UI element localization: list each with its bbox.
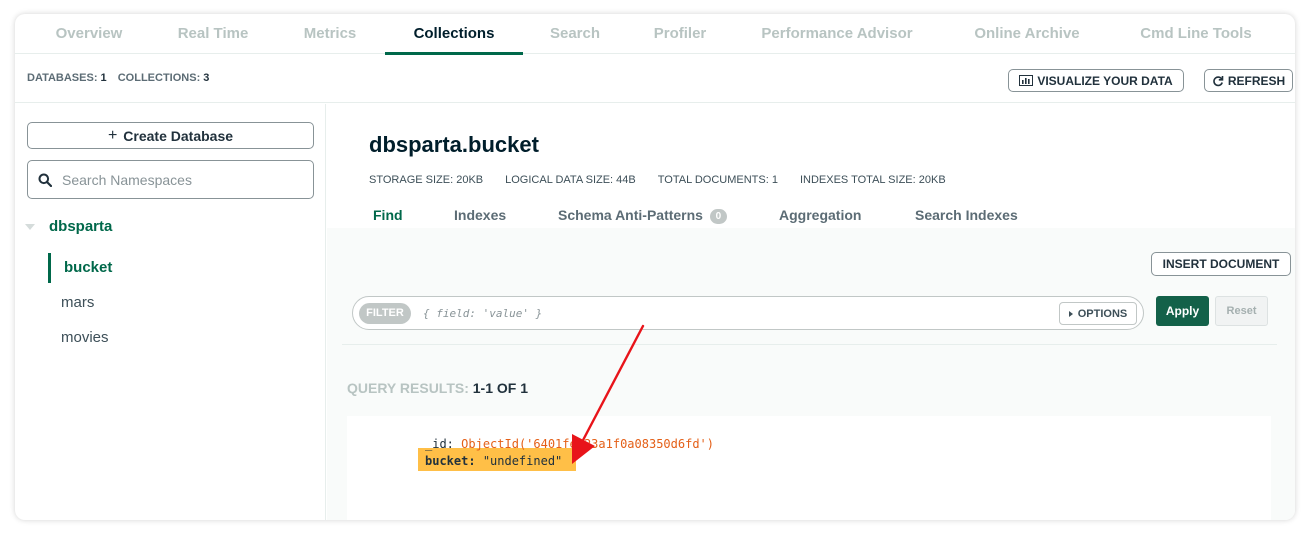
tab-cmd-line-tools[interactable]: Cmd Line Tools (1120, 14, 1272, 53)
visualize-data-button[interactable]: VISUALIZE YOUR DATA (1008, 69, 1184, 92)
caret-down-icon (25, 223, 35, 230)
tab-search[interactable]: Search (533, 14, 617, 53)
options-label: OPTIONS (1077, 307, 1128, 320)
query-results-label: QUERY RESULTS: (347, 380, 469, 396)
filter-pill: FILTER (359, 303, 411, 324)
tab-metrics[interactable]: Metrics (285, 14, 375, 53)
collection-item-bucket[interactable]: bucket (48, 253, 112, 283)
namespace-stats: DATABASES: 1 COLLECTIONS: 3 (27, 72, 217, 84)
refresh-icon (1213, 75, 1224, 86)
caret-right-icon (1068, 310, 1073, 317)
id-value: ObjectId('6401fea23a1f0a08350d6fd') (461, 437, 715, 451)
anti-patterns-count-badge: 0 (709, 209, 727, 224)
bucket-value: "undefined" (482, 454, 563, 468)
logical-data-size: LOGICAL DATA SIZE: 44B (505, 174, 636, 186)
refresh-label: REFRESH (1227, 73, 1286, 88)
options-button[interactable]: OPTIONS (1059, 302, 1137, 325)
collection-item-movies[interactable]: movies (61, 323, 109, 353)
refresh-button[interactable]: REFRESH (1204, 69, 1293, 92)
find-panel: INSERT DOCUMENT FILTER OPTIONS Apply Res… (327, 228, 1295, 520)
collections-count: 3 (203, 72, 210, 84)
search-namespaces-field[interactable] (27, 160, 314, 199)
collection-stats: STORAGE SIZE: 20KB LOGICAL DATA SIZE: 44… (369, 174, 946, 186)
query-results-count: 1-1 OF 1 (472, 380, 529, 396)
search-namespaces-input[interactable] (62, 171, 302, 188)
id-key: _id: (425, 437, 454, 451)
create-database-button[interactable]: + Create Database (27, 122, 314, 149)
document-id-line: _id: ObjectId('6401fea23a1f0a08350d6fd') (425, 437, 714, 451)
tab-online-archive[interactable]: Online Archive (959, 14, 1095, 53)
tab-aggregation[interactable]: Aggregation (779, 207, 861, 223)
schema-anti-patterns-label: Schema Anti-Patterns (558, 207, 703, 223)
main-panel: dbsparta.bucket STORAGE SIZE: 20KB LOGIC… (327, 104, 1295, 520)
search-icon (38, 173, 52, 187)
reset-button[interactable]: Reset (1215, 296, 1268, 326)
tab-collections[interactable]: Collections (385, 14, 523, 55)
tab-real-time[interactable]: Real Time (161, 14, 265, 53)
query-results-summary: QUERY RESULTS: 1-1 OF 1 (347, 380, 528, 396)
apply-button[interactable]: Apply (1156, 296, 1209, 326)
chart-icon (1019, 75, 1034, 86)
filter-input[interactable] (423, 303, 1043, 324)
storage-size: STORAGE SIZE: 20KB (369, 174, 484, 186)
create-database-label: Create Database (123, 127, 234, 144)
tab-profiler[interactable]: Profiler (637, 14, 723, 53)
sidebar: + Create Database dbsparta bucket mars m… (15, 104, 326, 520)
database-name: dbsparta (49, 218, 113, 235)
tab-performance-advisor[interactable]: Performance Advisor (747, 14, 927, 53)
bucket-key: bucket: (425, 454, 476, 468)
visualize-data-label: VISUALIZE YOUR DATA (1037, 73, 1173, 88)
databases-count: 1 (100, 72, 107, 84)
summary-bar: DATABASES: 1 COLLECTIONS: 3 VISUALIZE YO… (15, 54, 1295, 103)
insert-document-button[interactable]: INSERT DOCUMENT (1151, 252, 1291, 276)
plus-icon: + (107, 126, 118, 144)
document-card[interactable]: _id: ObjectId('6401fea23a1f0a08350d6fd')… (347, 416, 1271, 520)
tab-overview[interactable]: Overview (27, 14, 151, 53)
tab-find[interactable]: Find (373, 207, 403, 223)
divider (342, 344, 1277, 345)
app-window: Overview Real Time Metrics Collections S… (15, 14, 1295, 520)
tab-schema-anti-patterns[interactable]: Schema Anti-Patterns 0 (558, 207, 727, 224)
collection-title: dbsparta.bucket (369, 132, 539, 157)
insert-document-label: INSERT DOCUMENT (1162, 257, 1280, 271)
database-item-dbsparta[interactable]: dbsparta (25, 218, 112, 235)
top-tab-bar: Overview Real Time Metrics Collections S… (15, 14, 1295, 55)
collection-item-mars[interactable]: mars (61, 288, 94, 318)
indexes-total-size: INDEXES TOTAL SIZE: 20KB (799, 174, 946, 186)
document-bucket-line: bucket: "undefined" (425, 454, 562, 468)
tab-search-indexes[interactable]: Search Indexes (915, 207, 1018, 223)
filter-bar: FILTER OPTIONS (352, 296, 1144, 330)
collections-label: COLLECTIONS: (117, 72, 201, 84)
total-documents: TOTAL DOCUMENTS: 1 (657, 174, 778, 186)
databases-label: DATABASES: (27, 72, 98, 84)
tab-indexes[interactable]: Indexes (454, 207, 506, 223)
